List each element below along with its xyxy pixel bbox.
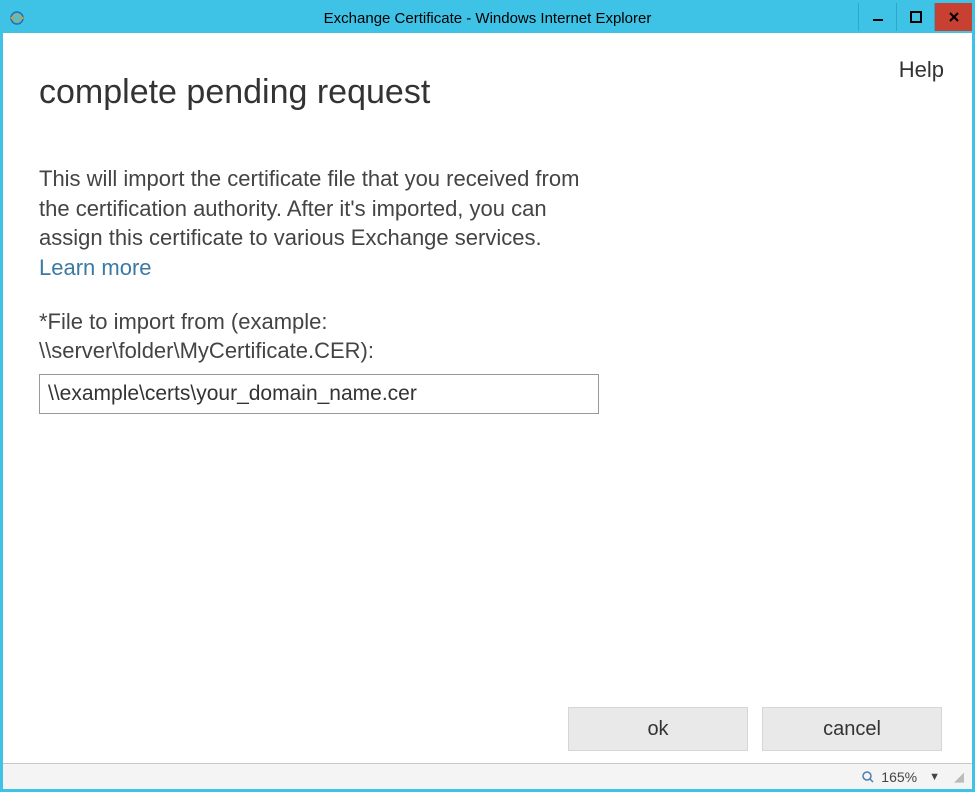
file-path-input[interactable] [39,374,599,414]
resize-grip-icon[interactable]: ◢ [954,769,964,785]
help-link[interactable]: Help [899,57,944,83]
learn-more-link[interactable]: Learn more [39,255,152,280]
page-title: complete pending request [39,73,936,112]
maximize-button[interactable] [896,3,934,31]
zoom-icon[interactable] [861,770,875,784]
file-import-label: *File to import from (example: \\server\… [39,307,599,366]
description-text: This will import the certificate file th… [39,164,599,283]
zoom-level[interactable]: 165% [881,769,917,785]
ok-button[interactable]: ok [568,707,748,751]
zoom-dropdown-icon[interactable]: ▼ [929,771,940,783]
minimize-button[interactable] [858,3,896,31]
description-body: This will import the certificate file th… [39,166,579,250]
window-frame: Exchange Certificate - Windows Internet … [0,0,975,792]
close-button[interactable] [934,3,972,31]
ie-icon [9,10,25,26]
window-controls [858,3,972,31]
titlebar[interactable]: Exchange Certificate - Windows Internet … [3,3,972,33]
button-row: ok cancel [568,707,942,751]
window-title: Exchange Certificate - Windows Internet … [324,10,652,27]
statusbar: 165% ▼ ◢ [3,763,972,789]
content-area: Help complete pending request This will … [3,33,972,763]
cancel-button[interactable]: cancel [762,707,942,751]
